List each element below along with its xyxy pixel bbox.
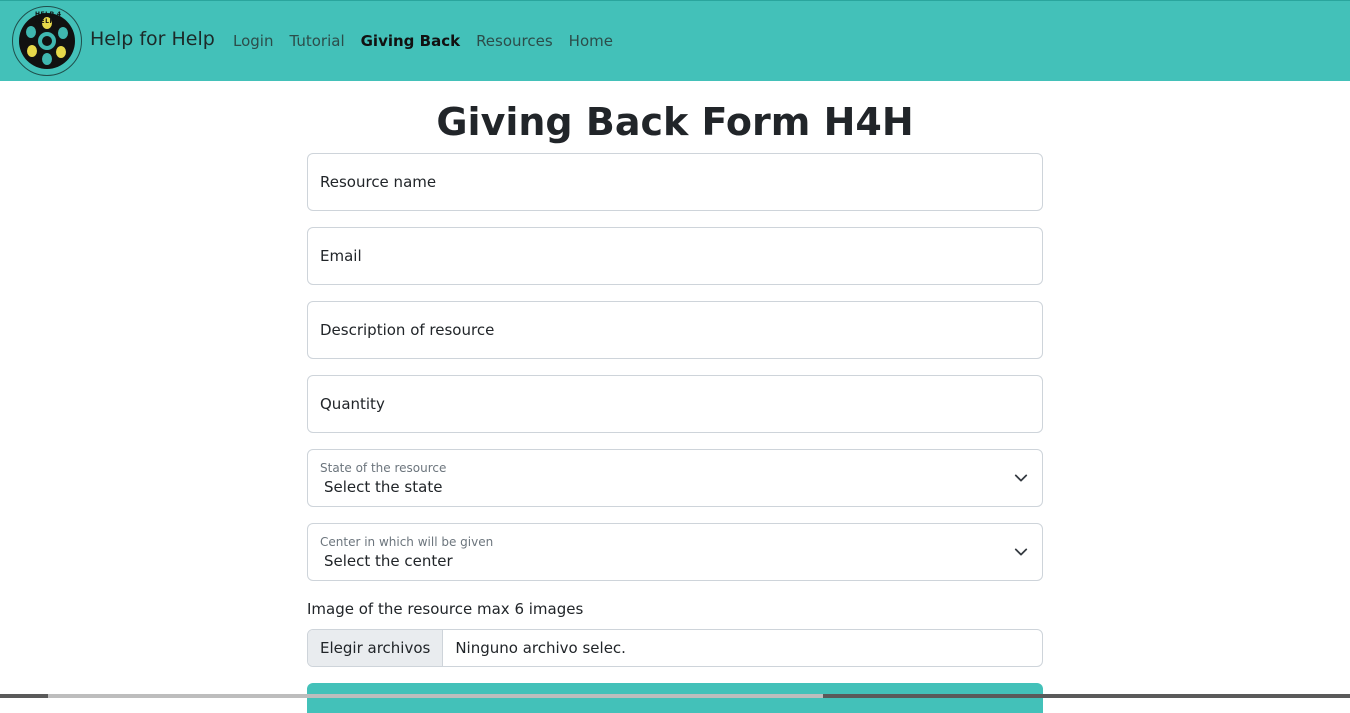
- nav-link-resources[interactable]: Resources: [476, 32, 553, 50]
- logo[interactable]: HELP 4 HELP: [12, 6, 82, 76]
- file-status-text: Ninguno archivo selec.: [455, 639, 626, 657]
- navbar: HELP 4 HELP Help for Help Login Tutorial…: [0, 0, 1350, 81]
- nav-link-giving-back[interactable]: Giving Back: [361, 32, 460, 50]
- horizontal-scrollbar[interactable]: [0, 694, 1350, 698]
- state-select-value: Select the state: [324, 478, 443, 496]
- nav-link-login[interactable]: Login: [233, 32, 273, 50]
- submit-button[interactable]: [307, 683, 1043, 713]
- resource-name-field: [307, 153, 1043, 211]
- email-input[interactable]: [308, 228, 1042, 284]
- choose-files-button[interactable]: Elegir archivos: [308, 630, 444, 666]
- resource-name-input[interactable]: [308, 154, 1042, 210]
- quantity-input[interactable]: [308, 376, 1042, 432]
- page-title: Giving Back Form H4H: [436, 100, 914, 144]
- logo-text: HELP 4 HELP: [35, 11, 62, 25]
- chevron-down-icon: [1014, 474, 1028, 482]
- email-field: [307, 227, 1043, 285]
- center-select[interactable]: Center in which will be given Select the…: [307, 523, 1043, 581]
- description-field: [307, 301, 1043, 359]
- quantity-field: [307, 375, 1043, 433]
- description-input[interactable]: [308, 302, 1042, 358]
- brand-link[interactable]: Help for Help: [90, 28, 215, 50]
- nav-links: Login Tutorial Giving Back Resources Hom…: [233, 32, 613, 50]
- nav-link-tutorial[interactable]: Tutorial: [289, 32, 344, 50]
- nav-link-home[interactable]: Home: [569, 32, 613, 50]
- image-file-input[interactable]: Elegir archivos Ninguno archivo selec.: [307, 629, 1043, 667]
- scrollbar-thumb[interactable]: [48, 694, 823, 698]
- center-select-label: Center in which will be given: [320, 535, 494, 549]
- state-select-label: State of the resource: [320, 461, 447, 475]
- state-select[interactable]: State of the resource Select the state: [307, 449, 1043, 507]
- image-upload-label: Image of the resource max 6 images: [307, 600, 584, 618]
- chevron-down-icon: [1014, 548, 1028, 556]
- center-select-value: Select the center: [324, 552, 453, 570]
